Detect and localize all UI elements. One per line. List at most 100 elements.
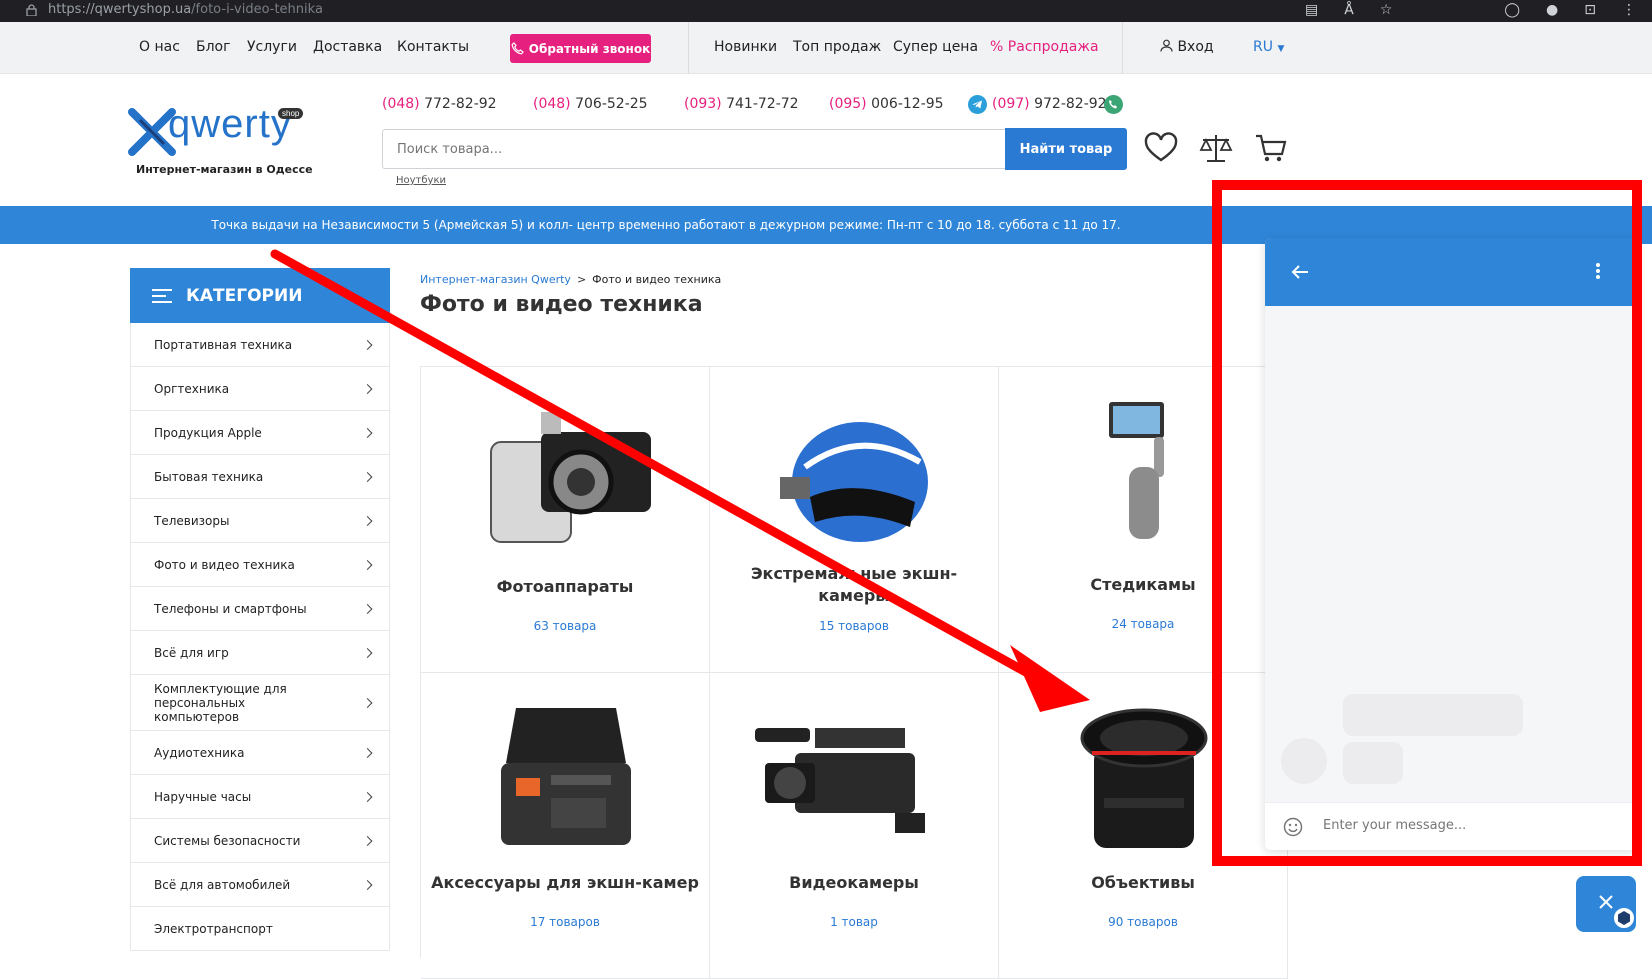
sidebar-item[interactable]: Наручные часы [130,775,390,819]
chevron-right-icon [362,515,373,526]
nav-services[interactable]: Услуги [247,39,297,55]
chevron-right-icon [362,697,373,708]
category-card[interactable]: Видеокамеры 1 товар [710,673,999,979]
category-card[interactable]: Аксессуары для экшн-камер 17 товаров [421,673,710,979]
site-logo[interactable]: qwerty shop [128,102,318,158]
sidebar-item[interactable]: Бытовая техника [130,455,390,499]
translate-icon[interactable]: Å [1344,2,1354,18]
search-hint-link[interactable]: Ноутбуки [396,175,446,186]
sidebar-item[interactable]: Комплектующие для персональных компьютер… [130,675,390,731]
extensions-icon[interactable]: ⊡ [1584,2,1596,18]
phone-number[interactable]: (095) 006-12-95 [829,96,944,112]
profile-icon[interactable]: ● [1546,2,1558,18]
wishlist-heart-icon[interactable] [1144,132,1178,164]
nav-contacts[interactable]: Контакты [397,39,469,55]
annotation-highlight-box [1212,180,1642,866]
menu-icon[interactable]: ⋮ [1622,2,1636,18]
chevron-right-icon [362,647,373,658]
sidebar-item[interactable]: Аудиотехника [130,731,390,775]
cart-icon[interactable] [1254,132,1288,164]
callback-button[interactable]: Обратный звонок [510,34,651,63]
lens-image [1080,708,1208,848]
category-card[interactable]: Экстремальные экшн-камеры 15 товаров [710,367,999,673]
sidebar-item[interactable]: Телевизоры [130,499,390,543]
chevron-right-icon [362,383,373,394]
nav-super-price[interactable]: Супер цена [893,39,978,55]
category-count: 17 товаров [530,915,600,929]
phone-number[interactable]: (048) 772-82-92 [382,96,497,112]
chat-close-button[interactable] [1576,876,1636,932]
percent-icon: % [990,39,1004,55]
chevron-right-icon [362,471,373,482]
sidebar-item[interactable]: Портативная техника [130,323,390,367]
sidebar-item[interactable]: Продукция Apple [130,411,390,455]
phone-number[interactable]: (093) 741-72-72 [684,96,799,112]
category-count: 1 товар [830,915,878,929]
tagline: Интернет-магазин в Одессе [136,163,313,176]
category-name: Экстремальные экшн-камеры [750,564,958,605]
accessory-case-image [501,708,631,845]
language-select[interactable]: RU ▼ [1253,39,1284,55]
chevron-right-icon [362,747,373,758]
logo-badge: shop [278,108,304,119]
chat-brand-icon [1612,906,1636,930]
categories-title: КАТЕГОРИИ [186,285,303,306]
nav-divider [688,22,689,74]
page-title: Фото и видео техника [420,292,703,317]
sidebar-item[interactable]: Электротранспорт [130,907,390,951]
telegram-icon[interactable] [968,95,987,114]
phone-number[interactable]: (097) 972-82-92 [992,96,1107,112]
chevron-right-icon [362,339,373,350]
breadcrumb-separator: > [576,273,587,286]
chevron-right-icon [362,791,373,802]
camera-image [490,412,651,543]
phone-number[interactable]: (048) 706-52-25 [533,96,648,112]
breadcrumb: Интернет-магазин Qwerty > Фото и видео тех… [420,273,721,286]
url-text[interactable]: https://qwertyshop.ua/foto-i-video-tehni… [48,2,323,17]
category-sidebar: КАТЕГОРИИ Портативная техника Оргтехника… [130,268,390,951]
chevron-right-icon [362,559,373,570]
search-button[interactable]: Найти товар [1005,128,1127,170]
nav-about[interactable]: О нас [139,39,180,55]
sidebar-item[interactable]: Оргтехника [130,367,390,411]
sidebar-item[interactable]: Всё для игр [130,631,390,675]
nav-sale[interactable]: % Распродажа [990,39,1099,55]
chevron-right-icon [362,879,373,890]
category-count: 15 товаров [819,619,889,633]
category-card[interactable]: Фотоаппараты 63 товара [421,367,710,673]
nav-blog[interactable]: Блог [196,39,230,55]
nav-top-sales[interactable]: Топ продаж [793,39,881,55]
sidebar-item[interactable]: Системы безопасности [130,819,390,863]
reader-icon[interactable]: ▤ [1305,2,1318,18]
caret-down-icon: ▼ [1277,44,1285,54]
hamburger-icon [152,288,172,303]
chevron-right-icon [362,427,373,438]
category-name: Объективы [1091,873,1195,892]
compare-scales-icon[interactable] [1199,132,1233,164]
user-icon [1160,39,1173,52]
breadcrumb-home-link[interactable]: Интернет-магазин Qwerty [420,273,571,286]
sidebar-item[interactable]: Всё для автомобилей [130,863,390,907]
bookmark-star-icon[interactable]: ☆ [1380,2,1393,18]
search-input[interactable] [382,129,1006,169]
close-icon [1599,895,1613,909]
video-camera-image [755,728,925,833]
chevron-right-icon [362,603,373,614]
category-count: 63 товара [533,619,597,633]
sidebar-item[interactable]: Фото и видео техника [130,543,390,587]
shield-icon[interactable]: ◯ [1504,2,1520,18]
nav-new[interactable]: Новинки [714,39,777,55]
category-count: 90 товаров [1108,915,1178,929]
category-name: Видеокамеры [789,873,919,892]
viber-icon[interactable] [1104,95,1123,114]
category-grid: Фотоаппараты 63 товара Экстремальные экш… [420,366,1288,979]
category-name: Аксессуары для экшн-камер [431,873,699,892]
chevron-right-icon [362,835,373,846]
top-navigation: О нас Блог Услуги Доставка Контакты Обра… [0,22,1652,74]
nav-delivery[interactable]: Доставка [313,39,382,55]
categories-header[interactable]: КАТЕГОРИИ [130,268,390,323]
login-link[interactable]: Вход [1160,39,1214,55]
nav-divider [1122,22,1123,74]
sidebar-item[interactable]: Телефоны и смартфоны [130,587,390,631]
callback-label: Обратный звонок [528,41,651,56]
